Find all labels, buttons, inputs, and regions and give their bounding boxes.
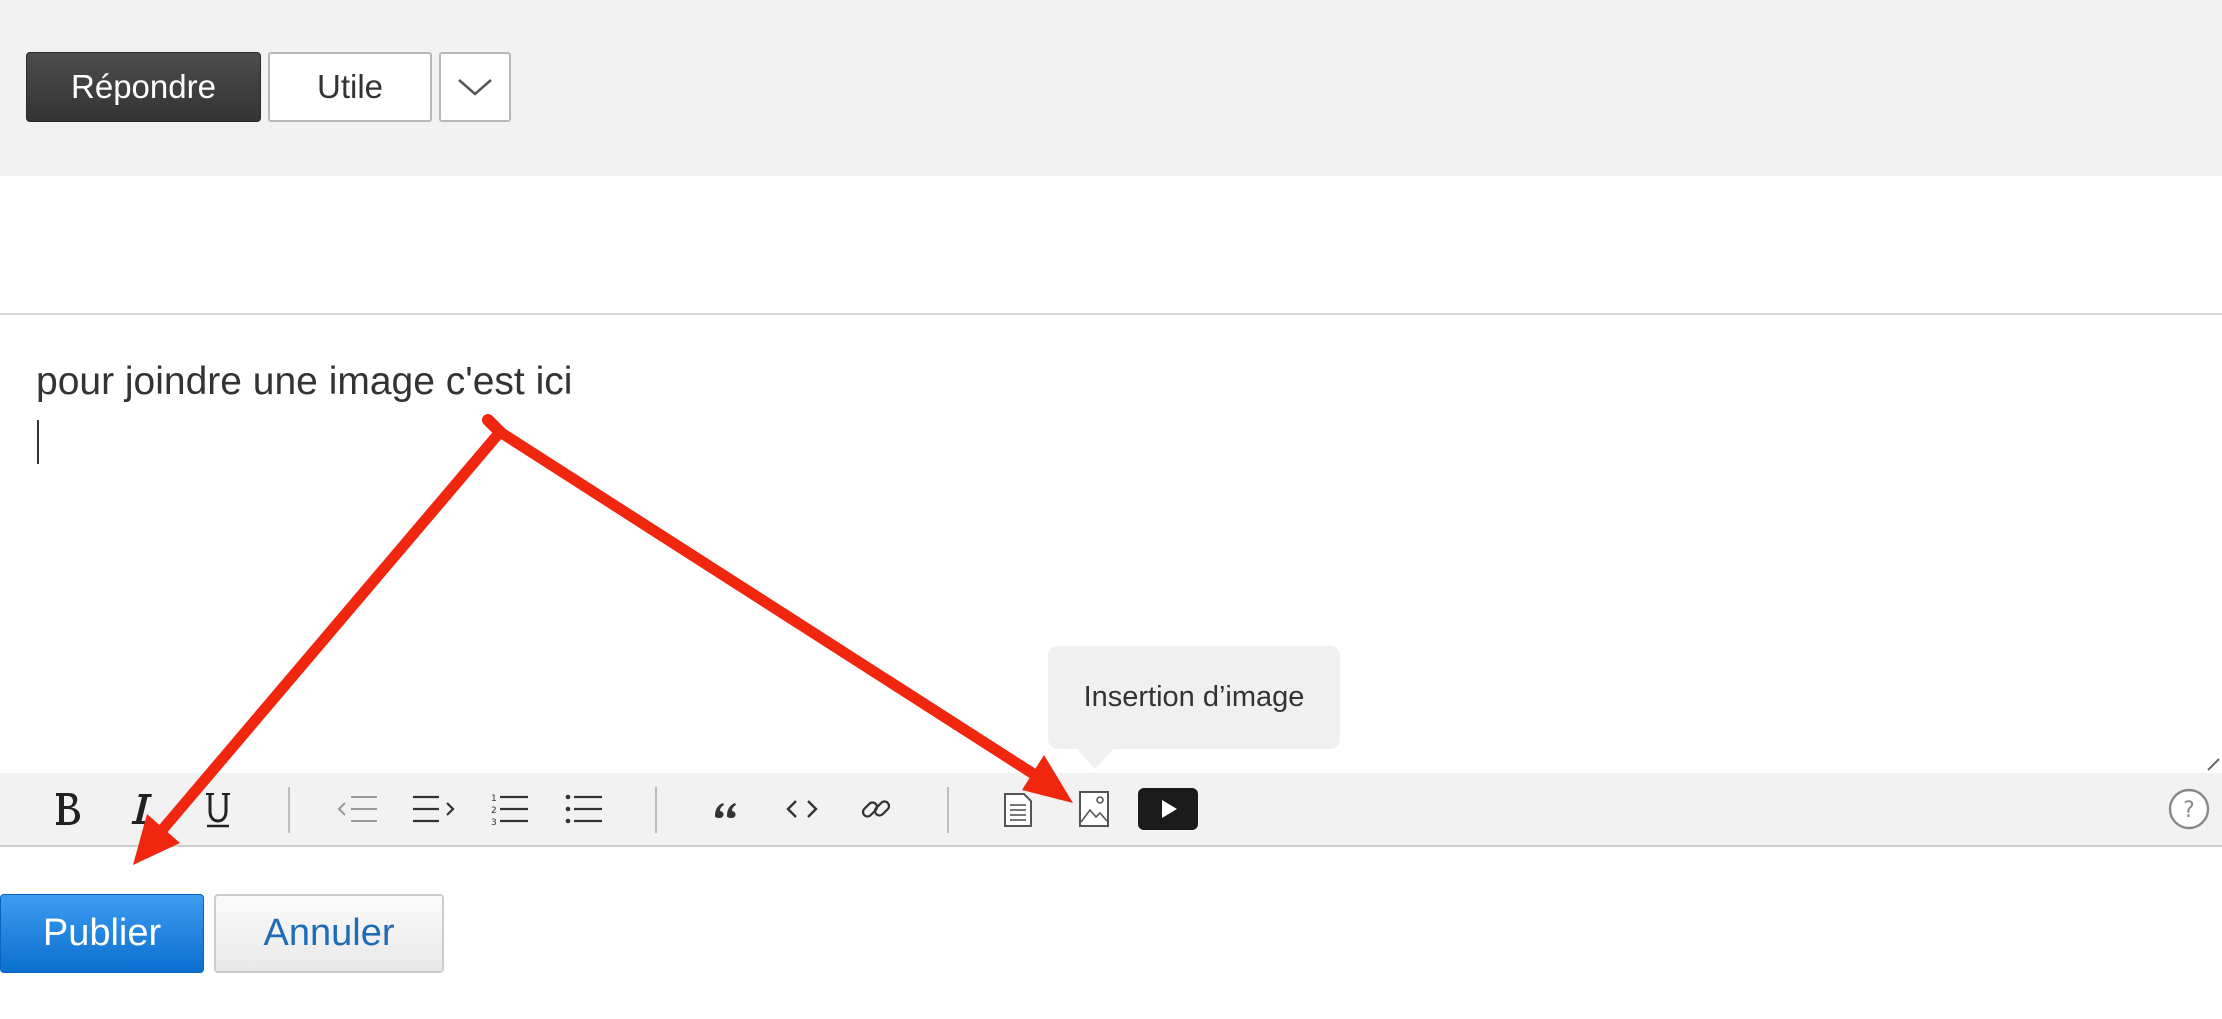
bold-button[interactable] xyxy=(48,773,88,845)
svg-text:1: 1 xyxy=(491,794,497,804)
bold-icon xyxy=(56,793,80,825)
svg-text:?: ? xyxy=(2183,798,2195,823)
tooltip-pointer xyxy=(1077,749,1113,769)
italic-icon xyxy=(131,794,152,824)
help-button[interactable]: ? xyxy=(2166,773,2212,845)
annotation-arrow-line xyxy=(482,414,506,438)
code-button[interactable] xyxy=(780,773,824,845)
code-icon xyxy=(786,800,818,818)
cancel-button[interactable]: Annuler xyxy=(214,894,444,973)
svg-text:2: 2 xyxy=(491,806,497,816)
insert-document-button[interactable] xyxy=(997,773,1039,845)
underline-icon xyxy=(206,793,230,828)
indent-button[interactable] xyxy=(410,773,458,845)
editor-top-border xyxy=(0,313,2222,315)
video-icon xyxy=(1138,788,1198,830)
editor-content[interactable]: pour joindre une image c'est ici xyxy=(36,360,572,404)
bulleted-list-icon xyxy=(565,794,602,824)
outdent-icon xyxy=(337,796,377,822)
underline-button[interactable] xyxy=(198,773,238,845)
quote-icon xyxy=(715,803,736,818)
svg-text:3: 3 xyxy=(491,818,497,826)
more-options-button[interactable] xyxy=(439,52,511,122)
link-icon xyxy=(861,800,891,818)
link-button[interactable] xyxy=(854,773,898,845)
insert-image-button[interactable] xyxy=(1073,773,1115,845)
document-icon xyxy=(1004,793,1032,827)
toolbar-separator xyxy=(288,787,290,833)
publish-button[interactable]: Publier xyxy=(0,894,204,973)
useful-button[interactable]: Utile xyxy=(268,52,432,122)
resize-handle-icon[interactable] xyxy=(2206,757,2220,771)
outdent-button[interactable] xyxy=(334,773,382,845)
indent-icon xyxy=(413,795,455,823)
reply-button[interactable]: Répondre xyxy=(26,52,261,122)
annotation-arrow-line xyxy=(494,426,1038,779)
numbered-list-button[interactable]: 1 2 3 xyxy=(486,773,534,845)
text-caret xyxy=(37,420,39,464)
bulleted-list-button[interactable] xyxy=(560,773,608,845)
annotation-arrow-line xyxy=(157,426,506,835)
chevron-down-icon xyxy=(458,79,492,96)
quote-button[interactable] xyxy=(704,773,748,845)
image-icon xyxy=(1079,791,1109,827)
toolbar-separator xyxy=(655,787,657,833)
toolbar-separator xyxy=(947,787,949,833)
numbered-list-icon: 1 2 3 xyxy=(491,794,528,826)
help-icon: ? xyxy=(2168,788,2210,830)
insert-video-button[interactable] xyxy=(1137,773,1199,845)
formatting-toolbar: 1 2 3 ? xyxy=(0,773,2222,847)
italic-button[interactable] xyxy=(122,773,162,845)
image-insert-tooltip: Insertion d’image xyxy=(1048,646,1340,749)
